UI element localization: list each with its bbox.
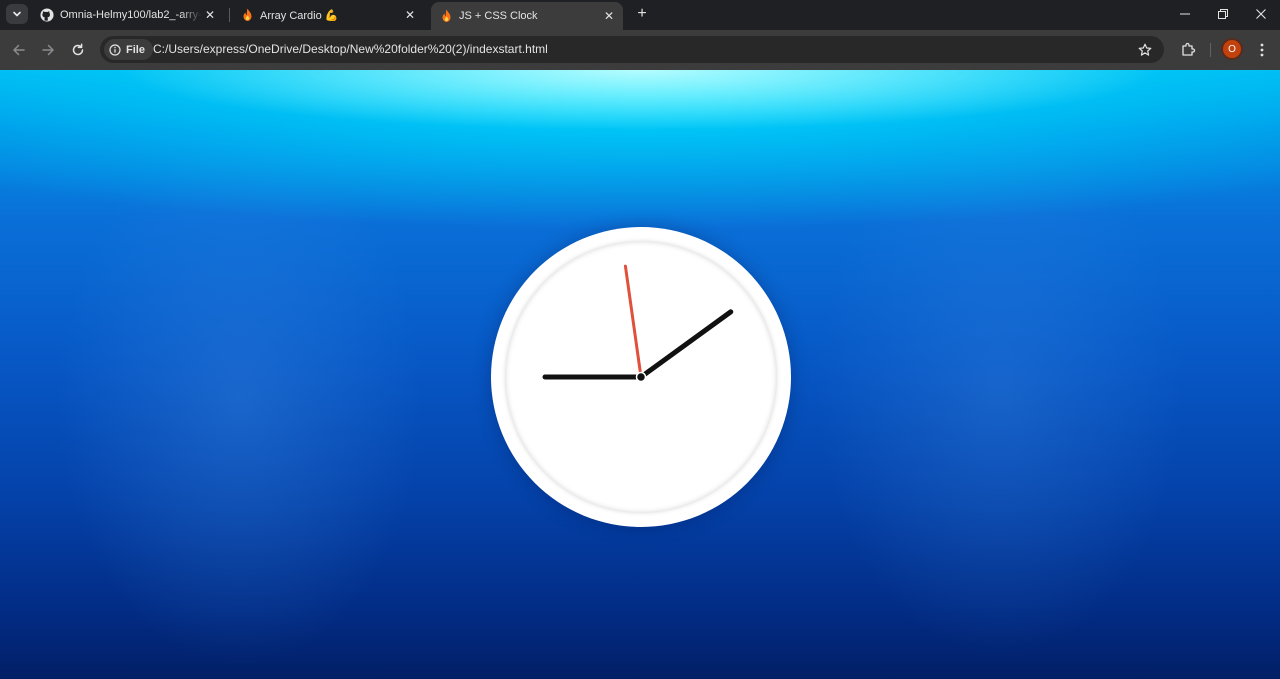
close-icon[interactable]: ✕ (402, 7, 418, 23)
browser-window: Omnia-Helmy100/lab2_-arry-m ✕ Array Card… (0, 0, 1280, 679)
tab-github[interactable]: Omnia-Helmy100/lab2_-arry-m ✕ (32, 2, 224, 28)
tab-strip: Omnia-Helmy100/lab2_-arry-m ✕ Array Card… (0, 0, 1280, 30)
github-icon (40, 8, 54, 22)
info-icon (108, 43, 122, 57)
profile-avatar[interactable]: O (1223, 40, 1241, 58)
restore-button[interactable] (1204, 0, 1242, 28)
browser-toolbar: File C:/Users/express/OneDrive/Desktop/N… (0, 30, 1280, 70)
puzzle-icon (1182, 42, 1196, 56)
close-icon[interactable]: ✕ (202, 7, 218, 23)
tab-search-button[interactable] (6, 4, 28, 24)
close-icon[interactable]: ✕ (601, 8, 617, 24)
second-hand (623, 264, 643, 379)
tab-title: Array Cardio 💪 (260, 9, 339, 22)
tab-js-css-clock[interactable]: JS + CSS Clock ✕ (431, 2, 623, 30)
scheme-label: File (126, 43, 145, 56)
menu-button[interactable] (1251, 39, 1273, 61)
back-button[interactable] (8, 39, 30, 61)
restore-icon (1218, 9, 1228, 19)
tab-separator (229, 8, 230, 22)
clock-center-pin (635, 371, 647, 383)
clock (491, 227, 791, 527)
reload-icon (72, 43, 84, 56)
bookmark-star-icon[interactable] (1136, 41, 1154, 59)
address-bar[interactable]: File C:/Users/express/OneDrive/Desktop/N… (100, 36, 1164, 63)
arrow-left-icon (13, 44, 25, 56)
tab-title: Omnia-Helmy100/lab2_-arry-m (60, 9, 202, 21)
chevron-down-icon (13, 11, 21, 17)
clock-hands (542, 264, 734, 383)
fire-icon (439, 9, 453, 23)
toolbar-divider (1210, 43, 1211, 57)
fire-icon (240, 8, 254, 22)
extensions-button[interactable] (1177, 39, 1199, 61)
kebab-menu-icon (1260, 43, 1264, 57)
minimize-button[interactable] (1166, 0, 1204, 28)
minimize-icon (1180, 13, 1190, 15)
hour-hand (638, 309, 734, 380)
page-viewport (0, 70, 1280, 679)
tab-array-cardio[interactable]: Array Cardio 💪 ✕ (232, 2, 424, 28)
url-text[interactable]: C:/Users/express/OneDrive/Desktop/New%20… (153, 42, 548, 56)
forward-button[interactable] (37, 39, 59, 61)
close-icon (1256, 9, 1266, 19)
new-tab-button[interactable]: + (631, 4, 653, 24)
tab-title: JS + CSS Clock (459, 10, 538, 22)
close-window-button[interactable] (1242, 0, 1280, 28)
site-info-chip[interactable]: File (104, 39, 153, 60)
reload-button[interactable] (67, 39, 89, 61)
arrow-right-icon (42, 44, 54, 56)
